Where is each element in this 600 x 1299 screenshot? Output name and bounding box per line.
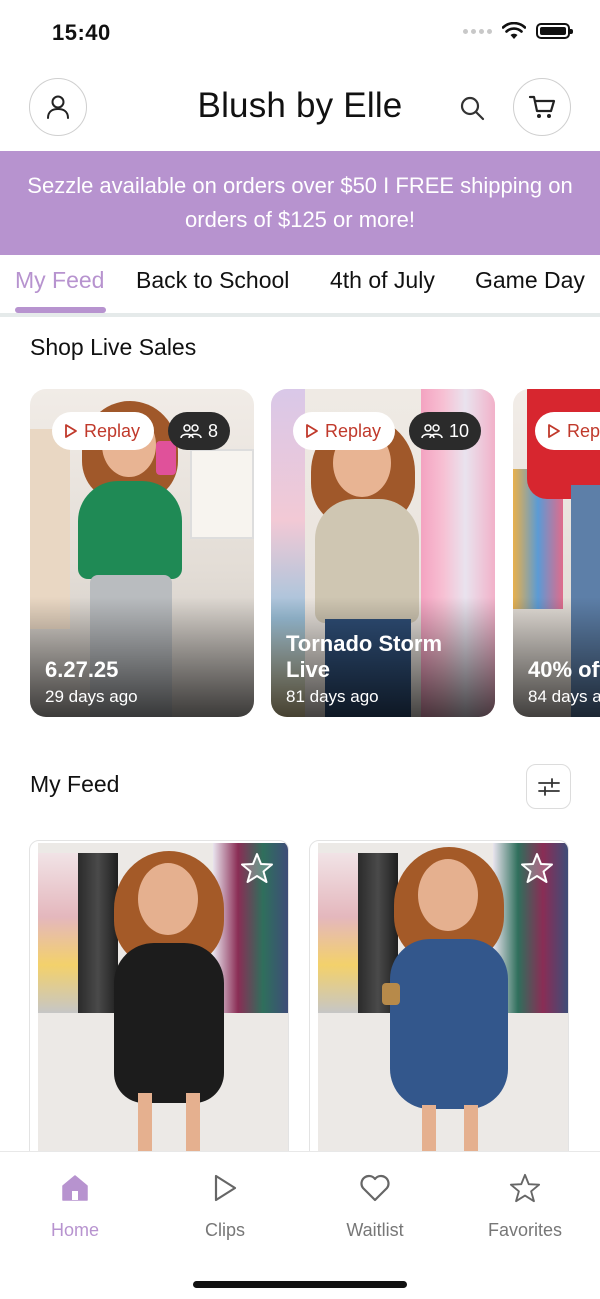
home-icon — [62, 1175, 88, 1201]
live-sale-title: 6.27.25 — [45, 657, 119, 682]
category-tabs: My Feed Back to School 4th of July Game … — [0, 255, 600, 317]
live-sale-card[interactable]: Replay 10 Tornado Storm Live 81 days ago — [271, 389, 495, 717]
replay-label: Replay — [567, 420, 600, 441]
leopard-cuff — [382, 983, 400, 1005]
nav-favorites-label: Favorites — [487, 1220, 563, 1240]
play-outline-icon — [306, 424, 318, 438]
replay-badge[interactable]: Replay — [293, 412, 396, 450]
feed-title: My Feed — [30, 771, 120, 797]
filter-button[interactable] — [526, 764, 571, 809]
status-bar: 15:40 — [0, 0, 600, 64]
nav-waitlist-label: Waitlist — [346, 1220, 404, 1240]
product-card[interactable] — [309, 840, 569, 1170]
promo-banner[interactable]: Sezzle available on orders over $50 I FR… — [0, 151, 600, 255]
viewers-badge: 10 — [409, 412, 482, 450]
tab-back-to-school[interactable]: Back to School — [136, 267, 289, 294]
heart-icon — [360, 1174, 390, 1202]
replay-badge[interactable]: Replay — [52, 412, 155, 450]
status-icons — [463, 22, 573, 40]
live-sale-card[interactable]: Replay 40% off store t 84 days a — [513, 389, 600, 717]
background-rack — [78, 853, 118, 1013]
live-sale-age: 81 days ago — [286, 687, 379, 706]
status-time: 15:40 — [52, 20, 111, 45]
model-dress — [114, 943, 224, 1103]
nav-home[interactable]: Home — [0, 1170, 150, 1241]
favorite-star-icon[interactable] — [240, 851, 274, 885]
home-indicator — [193, 1281, 407, 1288]
cart-button[interactable] — [513, 78, 571, 136]
sliders-icon — [537, 777, 560, 796]
phone-prop — [156, 441, 176, 475]
background-shelf — [190, 449, 254, 539]
person-icon — [47, 95, 69, 119]
replay-label: Replay — [325, 420, 382, 441]
group-icon — [180, 424, 202, 439]
replay-label: Replay — [84, 420, 141, 441]
live-sale-card[interactable]: Replay 8 6.27.25 29 days ago — [30, 389, 254, 717]
bottom-nav: Home Clips Waitlist Favorites — [0, 1151, 600, 1299]
promo-text: Sezzle available on orders over $50 I FR… — [27, 173, 573, 232]
viewers-count: 10 — [449, 420, 470, 441]
active-tab-indicator — [15, 307, 106, 313]
viewers-count: 8 — [208, 420, 219, 441]
model-face — [138, 863, 198, 935]
favorite-star-icon[interactable] — [520, 851, 554, 885]
nav-favorites[interactable]: Favorites — [450, 1170, 600, 1241]
play-outline-icon — [65, 424, 77, 438]
signal-icon — [463, 28, 492, 34]
nav-home-label: Home — [50, 1220, 99, 1240]
viewers-badge: 8 — [168, 412, 231, 450]
live-sales-title: Shop Live Sales — [30, 334, 197, 360]
model-dress — [390, 939, 508, 1109]
nav-waitlist[interactable]: Waitlist — [300, 1170, 450, 1241]
nav-clips[interactable]: Clips — [150, 1170, 300, 1241]
tab-4th-of-july[interactable]: 4th of July — [330, 267, 435, 294]
search-button[interactable] — [456, 92, 488, 124]
model-face — [418, 859, 478, 931]
product-image[interactable] — [38, 843, 288, 1169]
nav-clips-label: Clips — [204, 1220, 245, 1240]
wifi-icon — [502, 22, 526, 39]
battery-icon — [536, 23, 573, 39]
live-sales-carousel[interactable]: Replay 8 6.27.25 29 days ago Replay 10 T… — [0, 389, 600, 719]
replay-badge[interactable]: Replay — [535, 412, 600, 450]
product-card[interactable] — [29, 840, 289, 1170]
live-sale-title: Tornado Storm Live — [286, 631, 443, 682]
background-rack — [318, 853, 358, 1013]
brand-title: Blush by Elle — [197, 86, 403, 125]
tab-my-feed[interactable]: My Feed — [15, 267, 104, 294]
live-sale-age: 29 days ago — [45, 687, 138, 706]
app-header: Blush by Elle — [0, 78, 600, 138]
profile-button[interactable] — [29, 78, 87, 136]
star-icon — [509, 1173, 541, 1203]
group-icon — [421, 424, 443, 439]
tab-game-day[interactable]: Game Day — [475, 267, 585, 294]
search-icon — [460, 96, 485, 121]
cart-icon — [528, 95, 556, 118]
live-sale-age: 84 days a — [528, 687, 600, 706]
live-sale-title: 40% off store t — [528, 657, 600, 682]
play-outline-icon — [548, 424, 560, 438]
background-rack — [38, 853, 78, 1013]
play-icon — [214, 1174, 237, 1202]
model-top — [78, 481, 182, 579]
product-image[interactable] — [318, 843, 568, 1169]
